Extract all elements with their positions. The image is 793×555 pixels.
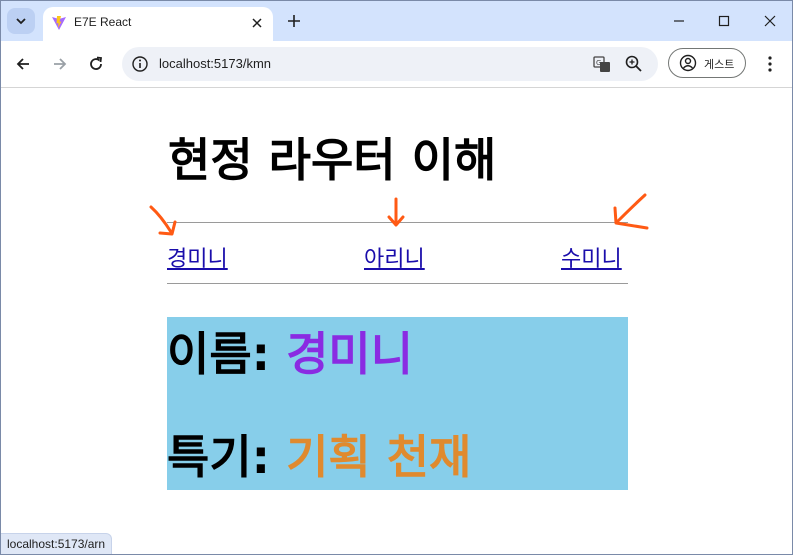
profile-card: 이름: 경미니 특기: 기획 천재 — [167, 317, 628, 490]
zoom-icon[interactable] — [624, 54, 644, 74]
info-icon[interactable] — [131, 55, 149, 73]
browser-menu-button[interactable] — [760, 53, 780, 75]
new-tab-button[interactable] — [283, 10, 305, 32]
nav-link-arn[interactable]: 아리니 — [364, 241, 425, 273]
svg-text:G: G — [596, 59, 601, 67]
name-label: 이름: — [167, 327, 271, 381]
translate-icon[interactable]: G — [592, 54, 612, 74]
account-icon — [679, 54, 697, 72]
talent-label: 특기: — [167, 430, 271, 484]
divider-bottom — [167, 283, 628, 284]
browser-toolbar: localhost:5173/kmn G 게스트 — [1, 41, 792, 88]
annotation-arrow-icon — [613, 193, 649, 230]
annotation-arrow-icon — [149, 205, 177, 236]
more-vertical-icon — [768, 56, 772, 72]
close-icon — [252, 18, 262, 28]
tab-close-button[interactable] — [248, 14, 266, 32]
back-button[interactable] — [11, 52, 35, 76]
plus-icon — [288, 15, 300, 27]
url-text[interactable]: localhost:5173/kmn — [159, 56, 271, 71]
page-title: 현정 라우터 이해 — [168, 133, 497, 187]
forward-button[interactable] — [48, 52, 72, 76]
close-icon — [764, 15, 776, 27]
name-value: 경미니 — [286, 327, 414, 381]
close-window-button[interactable] — [758, 9, 782, 33]
minimize-icon — [674, 20, 684, 22]
annotation-arrow-icon — [387, 197, 405, 227]
tab-strip: E7E React — [1, 1, 792, 41]
profile-talent-line: 특기: 기획 천재 — [167, 429, 471, 485]
reload-button[interactable] — [84, 52, 108, 76]
reload-icon — [90, 56, 103, 70]
arrow-right-icon — [54, 58, 67, 70]
profile-label: 게스트 — [704, 58, 735, 71]
nav-link-kmn[interactable]: 경미니 — [167, 241, 228, 273]
profile-button[interactable]: 게스트 — [668, 48, 746, 78]
tab-title: E7E React — [74, 15, 132, 29]
browser-window: E7E React localhost:5173/kmn G 게스트 현정 라우… — [0, 0, 793, 555]
tab-search-button[interactable] — [7, 8, 35, 34]
profile-name-line: 이름: 경미니 — [167, 326, 413, 382]
talent-value: 기획 천재 — [286, 430, 472, 484]
nav-link-smn[interactable]: 수미니 — [561, 241, 622, 273]
tab-active[interactable]: E7E React — [43, 7, 273, 41]
chevron-down-icon — [16, 18, 26, 25]
address-bar[interactable]: localhost:5173/kmn G — [122, 47, 658, 81]
status-bubble: localhost:5173/arn — [1, 533, 113, 554]
maximize-button[interactable] — [712, 9, 736, 33]
vite-logo-icon — [52, 16, 66, 30]
arrow-left-icon — [16, 58, 29, 70]
minimize-button[interactable] — [667, 9, 691, 33]
maximize-icon — [718, 15, 730, 27]
page-viewport: 현정 라우터 이해 경미니 아리니 수미니 이름: 경미니 특기: 기획 천재 — [1, 88, 792, 554]
